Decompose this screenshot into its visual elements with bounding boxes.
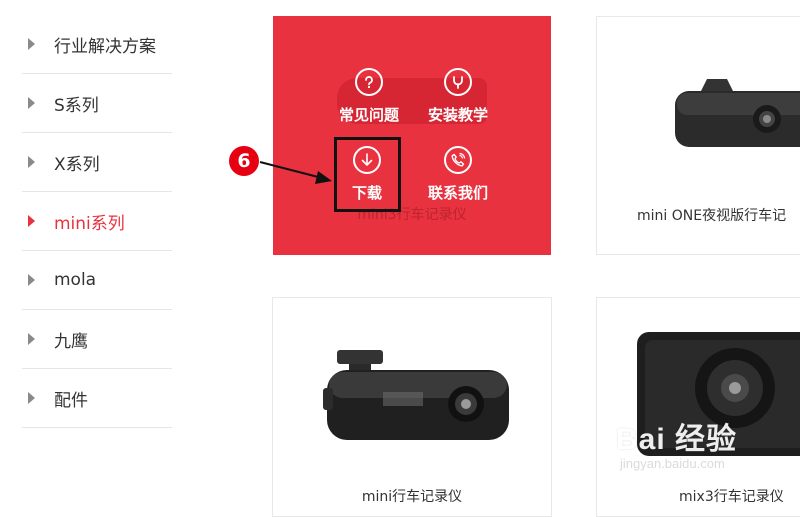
sidebar-item-label: 九鹰 xyxy=(54,331,88,352)
contact-us-label: 联系我们 xyxy=(427,184,488,202)
category-sidebar: 行业解决方案 S系列 X系列 mini系列 mola 九鹰 配件 xyxy=(22,15,172,428)
step-number-badge: 6 xyxy=(229,146,259,176)
sidebar-item-x-series[interactable]: X系列 xyxy=(22,133,172,192)
product-image xyxy=(637,332,800,456)
sidebar-item-industry-solutions[interactable]: 行业解决方案 xyxy=(22,15,172,74)
install-tutorial-button[interactable]: 安装教学 xyxy=(419,68,497,125)
question-icon xyxy=(355,68,383,96)
product-name: mini行车记录仪 xyxy=(361,489,463,505)
sidebar-item-label: mola xyxy=(54,270,97,290)
highlight-box xyxy=(334,137,401,212)
sidebar-item-mini-series[interactable]: mini系列 xyxy=(22,192,172,251)
install-tutorial-label: 安装教学 xyxy=(427,106,488,124)
sidebar-item-s-series[interactable]: S系列 xyxy=(22,74,172,133)
triangle-right-icon xyxy=(28,38,35,50)
product-name: mini3行车记录仪 xyxy=(357,207,467,223)
triangle-right-icon xyxy=(28,392,35,404)
sidebar-item-label: 行业解决方案 xyxy=(54,36,156,57)
sidebar-item-accessories[interactable]: 配件 xyxy=(22,369,172,428)
pointer-arrow-icon xyxy=(259,161,332,184)
triangle-right-icon xyxy=(28,156,35,168)
product-card-mix3[interactable]: mix3行车记录仪 xyxy=(596,297,800,517)
wrench-icon xyxy=(444,68,472,96)
product-image xyxy=(675,79,800,147)
sidebar-item-jiuying[interactable]: 九鹰 xyxy=(22,310,172,369)
faq-button[interactable]: 常见问题 xyxy=(333,68,405,125)
product-card-mini-one[interactable]: mini ONE夜视版行车记 xyxy=(596,16,800,255)
triangle-right-icon xyxy=(28,333,35,345)
product-card-mini3[interactable]: 常见问题 安装教学 下载 联系我们 mini3行车记录仪 xyxy=(273,16,551,255)
triangle-right-icon xyxy=(28,215,35,227)
sidebar-item-label: S系列 xyxy=(54,95,99,116)
sidebar-item-label: mini系列 xyxy=(54,213,125,234)
sidebar-item-label: X系列 xyxy=(54,154,100,175)
phone-icon xyxy=(444,146,472,174)
product-name: mix3行车记录仪 xyxy=(679,489,784,505)
contact-us-button[interactable]: 联系我们 xyxy=(419,146,497,203)
sidebar-item-label: 配件 xyxy=(54,390,88,411)
product-image xyxy=(323,350,509,440)
sidebar-item-mola[interactable]: mola xyxy=(22,251,172,310)
faq-label: 常见问题 xyxy=(338,106,399,124)
product-name: mini ONE夜视版行车记 xyxy=(637,208,787,224)
product-card-mini[interactable]: mini行车记录仪 xyxy=(272,297,552,517)
triangle-right-icon xyxy=(28,97,35,109)
triangle-right-icon xyxy=(28,274,35,286)
